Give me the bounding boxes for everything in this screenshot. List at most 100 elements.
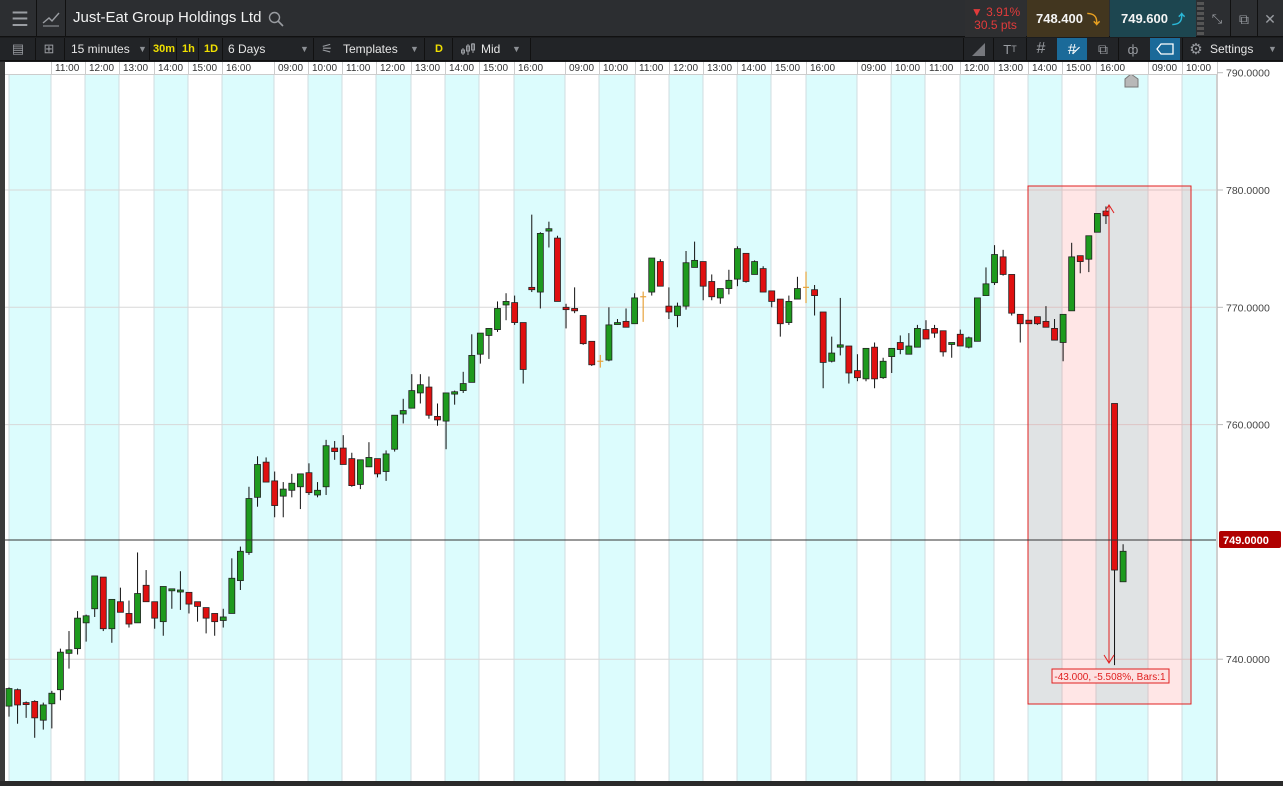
candle-body	[1076, 255, 1084, 262]
templates-select[interactable]: Templates	[343, 42, 398, 56]
candle-body	[202, 607, 210, 619]
session-band	[960, 75, 994, 781]
time-label: 11:00	[55, 63, 80, 74]
candle-body	[605, 324, 613, 361]
overlay-icon[interactable]: ⧉	[1089, 40, 1117, 58]
candlestick-icon	[459, 40, 477, 58]
buy-button[interactable]: 749.600 ⤴	[1110, 0, 1196, 37]
popout-icon[interactable]: ⧉	[1232, 6, 1256, 32]
time-label: 14:00	[449, 63, 475, 74]
candle-body	[708, 281, 716, 298]
time-tick	[891, 62, 892, 75]
layout-icon[interactable]: ⊞	[38, 40, 60, 58]
sell-button[interactable]: 748.400 ⤵	[1027, 0, 1109, 37]
session-band	[737, 75, 771, 781]
candle	[751, 260, 758, 275]
settings-button[interactable]: Settings	[1210, 42, 1253, 56]
price-type-select[interactable]: Mid	[481, 42, 500, 56]
candle-body	[519, 322, 527, 370]
chart-type-icon[interactable]	[38, 6, 64, 32]
candle-settings-icon[interactable]: ф	[1120, 40, 1146, 58]
candle-body	[836, 344, 844, 348]
candle-body	[305, 472, 313, 494]
measure-tool-icon[interactable]	[1150, 38, 1180, 60]
time-tick	[669, 62, 670, 75]
candle-body	[991, 254, 998, 284]
time-tick	[737, 62, 738, 75]
price-chart[interactable]: -43.000, -5.508%, Bars:1 790.0000 780.0000…	[0, 62, 1283, 786]
candle-body	[614, 322, 621, 325]
candle-body	[108, 598, 116, 630]
sell-price: 748.400	[1035, 11, 1083, 26]
candle-body	[879, 360, 887, 379]
drag-handle[interactable]	[1197, 2, 1204, 35]
text-tool-icon[interactable]: TT	[996, 40, 1024, 58]
session-band	[308, 75, 342, 781]
grid-edit-icon[interactable]: #̷	[1057, 38, 1087, 60]
draw-line-icon[interactable]	[966, 40, 990, 58]
range-select[interactable]: 6 Days	[228, 42, 265, 56]
time-tick	[857, 62, 858, 75]
price-tick-label: 740.0000	[1226, 654, 1270, 666]
candle-body	[57, 651, 64, 691]
time-axis: 11:00 12:00 13:00 14:00 15:00 16:00 09:00 10:00…	[5, 62, 1217, 75]
candle-body	[974, 297, 981, 342]
session-band	[599, 75, 635, 781]
time-label: 15:00	[483, 63, 509, 74]
time-tick	[771, 62, 772, 75]
interval-select[interactable]: 15 minutes	[71, 42, 130, 56]
interval-1h-button[interactable]: 1h	[182, 43, 195, 55]
d-button[interactable]: D	[435, 43, 443, 55]
candle	[1093, 213, 1101, 233]
chevron-down-icon[interactable]: ▼	[300, 44, 309, 54]
candle-body	[374, 458, 381, 475]
candle	[1025, 319, 1033, 325]
chevron-down-icon[interactable]: ▼	[1268, 44, 1277, 54]
candle-body	[914, 328, 921, 348]
candle-body	[125, 613, 133, 625]
candle-body	[31, 701, 39, 719]
candle-body	[468, 354, 476, 383]
candle-body	[571, 308, 579, 312]
candle-body	[5, 688, 13, 707]
candle-body	[691, 259, 698, 268]
candle-body	[554, 237, 561, 302]
time-tick	[85, 62, 86, 75]
candle-body	[176, 589, 184, 593]
candle	[631, 293, 639, 325]
chevron-down-icon[interactable]: ▼	[138, 44, 147, 54]
search-icon[interactable]	[266, 9, 286, 29]
time-label: 09:00	[278, 63, 304, 74]
candle-body	[459, 383, 467, 391]
interval-1d-button[interactable]: 1D	[204, 43, 218, 55]
time-label: 15:00	[775, 63, 801, 74]
time-label: 13:00	[998, 63, 1024, 74]
time-label: 15:00	[1066, 63, 1092, 74]
time-tick	[960, 62, 961, 75]
time-tick	[342, 62, 343, 75]
minimize-icon[interactable]: ⤡	[1205, 6, 1229, 32]
session-band	[514, 75, 565, 781]
candle-body	[211, 613, 219, 623]
candle-body	[665, 305, 673, 313]
current-price-label: 749.0000	[1223, 535, 1269, 547]
candle-body	[588, 340, 596, 366]
candle-body	[339, 447, 347, 465]
chevron-down-icon[interactable]: ▼	[512, 44, 521, 54]
chevron-down-icon[interactable]: ▼	[410, 44, 419, 54]
time-label: 10:00	[1186, 63, 1212, 74]
grid-icon[interactable]: #	[1028, 40, 1054, 58]
candle-body	[648, 257, 656, 293]
list-icon[interactable]: ▤	[8, 40, 28, 58]
time-tick	[514, 62, 515, 75]
time-tick	[222, 62, 223, 75]
candle-body	[536, 233, 544, 293]
candle-body	[322, 445, 330, 488]
hamburger-menu-icon[interactable]: ☰	[6, 6, 34, 32]
close-icon[interactable]: ✕	[1259, 6, 1281, 32]
time-tick	[376, 62, 377, 75]
interval-30m-button[interactable]: 30m	[153, 43, 175, 55]
candle-body	[1102, 210, 1110, 217]
gear-icon[interactable]: ⚙	[1186, 40, 1206, 58]
candle	[579, 315, 587, 345]
